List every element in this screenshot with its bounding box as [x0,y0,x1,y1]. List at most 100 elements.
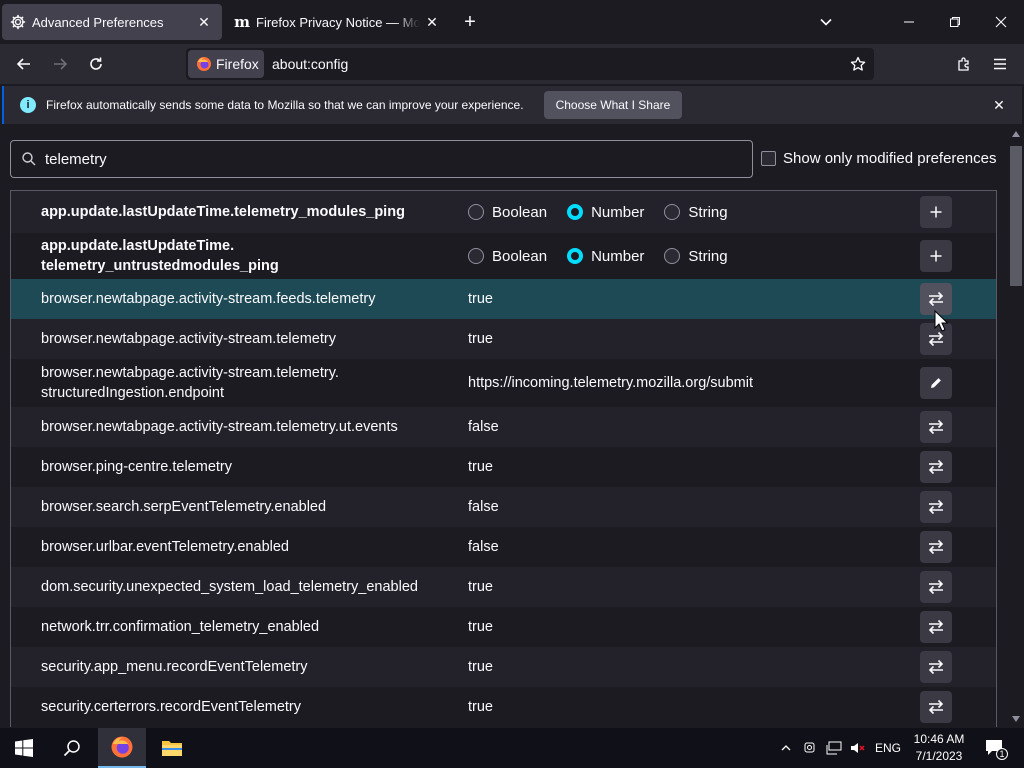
search-icon [63,740,80,757]
page-scrollbar[interactable] [1008,126,1024,728]
plus-icon [930,206,942,218]
toggle-arrows-icon [928,291,944,307]
url-bar[interactable]: Firefox about:config [186,48,874,80]
toggle-button[interactable] [920,451,952,483]
pref-name: browser.search.serpEventTelemetry.enable… [41,499,327,515]
pref-name: browser.urlbar.eventTelemetry.enabled [41,539,289,555]
close-icon[interactable]: ✕ [192,10,216,34]
radio-boolean[interactable]: Boolean [468,204,547,221]
search-taskbar-button[interactable] [48,728,96,768]
radio-label: Number [591,247,645,265]
table-row[interactable]: security.certerrors.recordEventTelemetry… [11,687,996,727]
toggle-button[interactable] [920,411,952,443]
taskbar-firefox[interactable] [98,728,146,768]
list-all-tabs-button[interactable] [812,8,840,36]
add-button[interactable] [920,196,952,228]
radio-string[interactable]: String [664,204,728,221]
forward-button[interactable] [46,50,74,78]
toggle-button[interactable] [920,571,952,603]
info-icon: i [20,97,36,113]
toggle-button[interactable] [920,531,952,563]
radio-label: Boolean [492,203,548,221]
close-icon[interactable]: ✕ [990,96,1008,114]
close-icon[interactable]: ✕ [420,10,444,34]
reload-button[interactable] [82,50,110,78]
radio-label: Number [591,203,645,221]
add-button[interactable] [920,240,952,272]
language-indicator[interactable]: ENG [875,738,901,758]
minimize-button[interactable] [886,0,932,44]
scroll-down-arrow-icon[interactable] [1012,716,1020,722]
table-row[interactable]: app.update.lastUpdateTime. telemetry_untr… [11,233,996,279]
radio-circle [468,248,484,264]
meet-now-icon[interactable] [800,738,820,758]
back-button[interactable] [10,50,38,78]
radio-label: Boolean [492,247,548,265]
scroll-up-arrow-icon[interactable] [1012,131,1020,137]
windows-logo-icon [15,739,33,757]
start-button[interactable] [0,728,48,768]
toggle-button[interactable] [920,491,952,523]
url-text[interactable]: about:config [272,56,348,72]
new-tab-button[interactable]: + [456,8,484,36]
search-input[interactable]: telemetry [10,140,753,178]
table-row[interactable]: browser.newtabpage.activity-stream.telem… [11,407,996,447]
clock[interactable]: 10:46 AM 7/1/2023 [906,731,972,765]
toggle-button[interactable] [920,691,952,723]
pref-name: browser.newtabpage.activity-stream.telem… [41,331,336,347]
data-collection-notification: i Firefox automatically sends some data … [2,86,1022,124]
scroll-thumb[interactable] [1010,146,1022,286]
network-icon[interactable] [824,738,844,758]
table-row[interactable]: browser.search.serpEventTelemetry.enable… [11,487,996,527]
table-row[interactable]: security.app_menu.recordEventTelemetry t… [11,647,996,687]
arrow-left-icon [16,58,30,70]
table-row[interactable]: network.trr.confirmation_telemetry_enabl… [11,607,996,647]
radio-number[interactable]: Number [567,204,644,221]
table-row[interactable]: dom.security.unexpected_system_load_tele… [11,567,996,607]
pref-name-line: browser.newtabpage.activity-stream.telem… [41,365,339,381]
show-hidden-icons-button[interactable] [776,738,796,758]
checkbox[interactable] [761,151,776,166]
tab-advanced-preferences[interactable]: Advanced Preferences ✕ [2,4,222,40]
table-row[interactable]: browser.ping-centre.telemetry true [11,447,996,487]
app-menu-button[interactable] [986,50,1014,78]
toggle-arrows-icon [928,419,944,435]
table-row[interactable]: browser.newtabpage.activity-stream.telem… [11,359,996,407]
radio-number[interactable]: Number [567,248,644,265]
table-row[interactable]: browser.urlbar.eventTelemetry.enabled fa… [11,527,996,567]
taskbar-file-explorer[interactable] [148,728,196,768]
pref-value: false [468,499,499,515]
edit-button[interactable] [920,367,952,399]
pref-type-selector: Boolean Number String [468,248,748,265]
pref-name: dom.security.unexpected_system_load_tele… [41,579,418,595]
reload-icon [90,57,102,70]
speaker-muted-icon [851,743,865,753]
restore-button[interactable] [932,0,978,44]
volume-icon[interactable] [848,738,868,758]
window-close-button[interactable] [978,0,1024,44]
identity-box[interactable]: Firefox [188,50,264,78]
toggle-button[interactable] [920,651,952,683]
choose-what-i-share-button[interactable]: Choose What I Share [543,91,683,119]
toggle-arrows-icon [928,499,944,515]
radio-string[interactable]: String [664,248,728,265]
bookmark-button[interactable] [848,54,868,74]
radio-boolean[interactable]: Boolean [468,248,547,265]
pref-name: browser.ping-centre.telemetry [41,459,232,475]
tab-firefox-privacy-notice[interactable]: m Firefox Privacy Notice — Mozilla ✕ [226,4,450,40]
webcam-icon [804,742,815,753]
extensions-button[interactable] [950,50,978,78]
table-row[interactable]: browser.newtabpage.activity-stream.feeds… [11,279,996,319]
identity-label: Firefox [216,56,259,72]
table-row[interactable]: browser.newtabpage.activity-stream.telem… [11,319,996,359]
toggle-button[interactable] [920,611,952,643]
show-modified-checkbox[interactable]: Show only modified preferences [761,150,996,167]
action-center-button[interactable]: 1 [982,738,1008,760]
toggle-arrows-icon [928,699,944,715]
star-icon [850,56,866,71]
pencil-icon [931,378,941,388]
radio-circle [664,204,681,220]
pref-name-line: app.update.lastUpdateTime. [41,238,235,254]
tab-strip: Advanced Preferences ✕ m Firefox Privacy… [0,0,1024,44]
table-row[interactable]: app.update.lastUpdateTime.telemetry_modu… [11,191,996,233]
